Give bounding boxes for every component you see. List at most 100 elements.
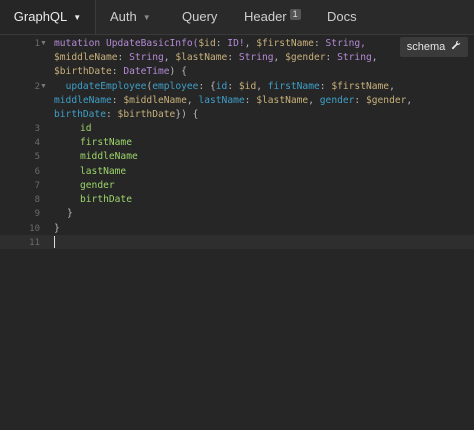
punctuation: , [406, 95, 413, 106]
argument: employee [152, 81, 199, 92]
punctuation: }) { [175, 109, 199, 120]
type: DateTime [123, 66, 170, 77]
tab-docs[interactable]: Docs [327, 0, 357, 34]
line-number: 9 [34, 209, 40, 219]
variable: $gender [365, 95, 407, 106]
variable: $middleName [123, 95, 187, 106]
punctuation: , [308, 95, 320, 106]
punctuation: : [111, 95, 124, 106]
punctuation: , [256, 81, 268, 92]
wrench-icon [451, 37, 461, 57]
code-line: $middleName: String, $lastName: String, … [54, 51, 378, 65]
tab-query-label: Query [182, 9, 218, 24]
variable: $firstName [256, 38, 314, 49]
argument: middleName [54, 95, 112, 106]
tab-query[interactable]: Query [182, 0, 217, 34]
punctuation: : [105, 109, 118, 120]
code-area[interactable]: mutation UpdateBasicInfo($id: ID!, $firs… [54, 35, 474, 234]
punctuation: , [273, 52, 286, 63]
tab-auth[interactable]: Auth ▼ [110, 0, 151, 34]
code-line: birthDate: $birthDate}) { [54, 108, 198, 122]
punctuation: : [111, 66, 124, 77]
argument: birthDate [54, 109, 106, 120]
line-number: 10 [29, 224, 40, 234]
punctuation: , [371, 52, 378, 63]
line-number: 3 [34, 124, 40, 134]
tab-header[interactable]: Header 1 [244, 0, 301, 34]
text-cursor [54, 236, 55, 248]
variable: $id [198, 38, 216, 49]
punctuation: : [244, 95, 257, 106]
field-line: birthDate [80, 194, 132, 205]
punctuation: : [227, 52, 239, 63]
variable: $middleName [54, 52, 118, 63]
schema-button-label: schema [406, 41, 446, 53]
fold-arrow-icon[interactable]: ▼ [40, 40, 47, 47]
tab-graphql[interactable]: GraphQL ▼ [0, 0, 96, 34]
mutation-call: updateEmployee [65, 81, 147, 92]
punctuation: : [117, 52, 130, 63]
type: String [337, 52, 372, 63]
punctuation: , [186, 95, 199, 106]
field-line: gender [80, 180, 115, 191]
variable: $gender [285, 52, 326, 63]
field-line: middleName [80, 151, 138, 162]
header-count-badge: 1 [289, 9, 301, 20]
line-number: 2 [34, 82, 40, 92]
chevron-down-icon: ▼ [142, 13, 151, 22]
field-line: firstName [80, 137, 132, 148]
type: String [238, 52, 274, 63]
line-number: 4 [34, 138, 40, 148]
active-line-highlight [0, 235, 474, 249]
variable: $lastName [256, 95, 309, 106]
punctuation: : [215, 38, 228, 49]
code-line: mutation UpdateBasicInfo($id: ID!, $firs… [54, 37, 366, 51]
line-number: 1 [34, 39, 40, 49]
type: String [129, 52, 164, 63]
argument: firstName [267, 81, 320, 92]
line-gutter: 1 ▼ 2 ▼ 3 4 5 6 7 8 9 10 11 [0, 35, 50, 430]
line-number: 11 [29, 238, 40, 248]
chevron-down-icon: ▼ [73, 13, 82, 22]
code-line: middleName: $middleName, lastName: $last… [54, 94, 412, 108]
type: String, [325, 38, 366, 49]
code-line: updateEmployee(employee: {id: $id, first… [54, 80, 395, 94]
variable: $birthDate [54, 66, 112, 77]
variable: $lastName [175, 52, 228, 63]
punctuation: : [325, 52, 338, 63]
punctuation: , [389, 81, 395, 92]
punctuation: : [227, 81, 239, 92]
punctuation: : { [198, 81, 216, 92]
argument: lastName [198, 95, 245, 106]
closing-brace: } [67, 208, 73, 219]
schema-button[interactable]: schema [400, 37, 468, 57]
tab-docs-label: Docs [327, 9, 357, 24]
variable: $id [238, 81, 257, 92]
line-number: 5 [34, 152, 40, 162]
punctuation: : [354, 95, 366, 106]
argument: id [215, 81, 228, 92]
field-line: id [80, 123, 92, 134]
type: ID! [227, 38, 245, 49]
fold-arrow-icon[interactable]: ▼ [40, 83, 47, 90]
query-editor[interactable]: 1 ▼ 2 ▼ 3 4 5 6 7 8 9 10 11 mutation Upd… [0, 35, 474, 430]
punctuation: : [319, 81, 332, 92]
line-number: 7 [34, 181, 40, 191]
operation-name: UpdateBasicInfo( [105, 38, 199, 49]
punctuation: ) { [169, 66, 187, 77]
punctuation: , [244, 38, 257, 49]
field-line: lastName [80, 166, 127, 177]
code-line: $birthDate: DateTime) { [54, 65, 187, 79]
keyword: mutation [54, 38, 106, 49]
variable: $birthDate [117, 109, 176, 120]
variable: $firstName [331, 81, 390, 92]
argument: gender [319, 95, 355, 106]
closing-brace: } [54, 223, 60, 234]
line-number: 8 [34, 195, 40, 205]
tab-auth-label: Auth [110, 9, 137, 24]
tab-header-label: Header [244, 9, 287, 24]
line-number: 6 [34, 167, 40, 177]
tab-bar: GraphQL ▼ Auth ▼ Query Header 1 Docs [0, 0, 474, 35]
punctuation: : [313, 38, 326, 49]
